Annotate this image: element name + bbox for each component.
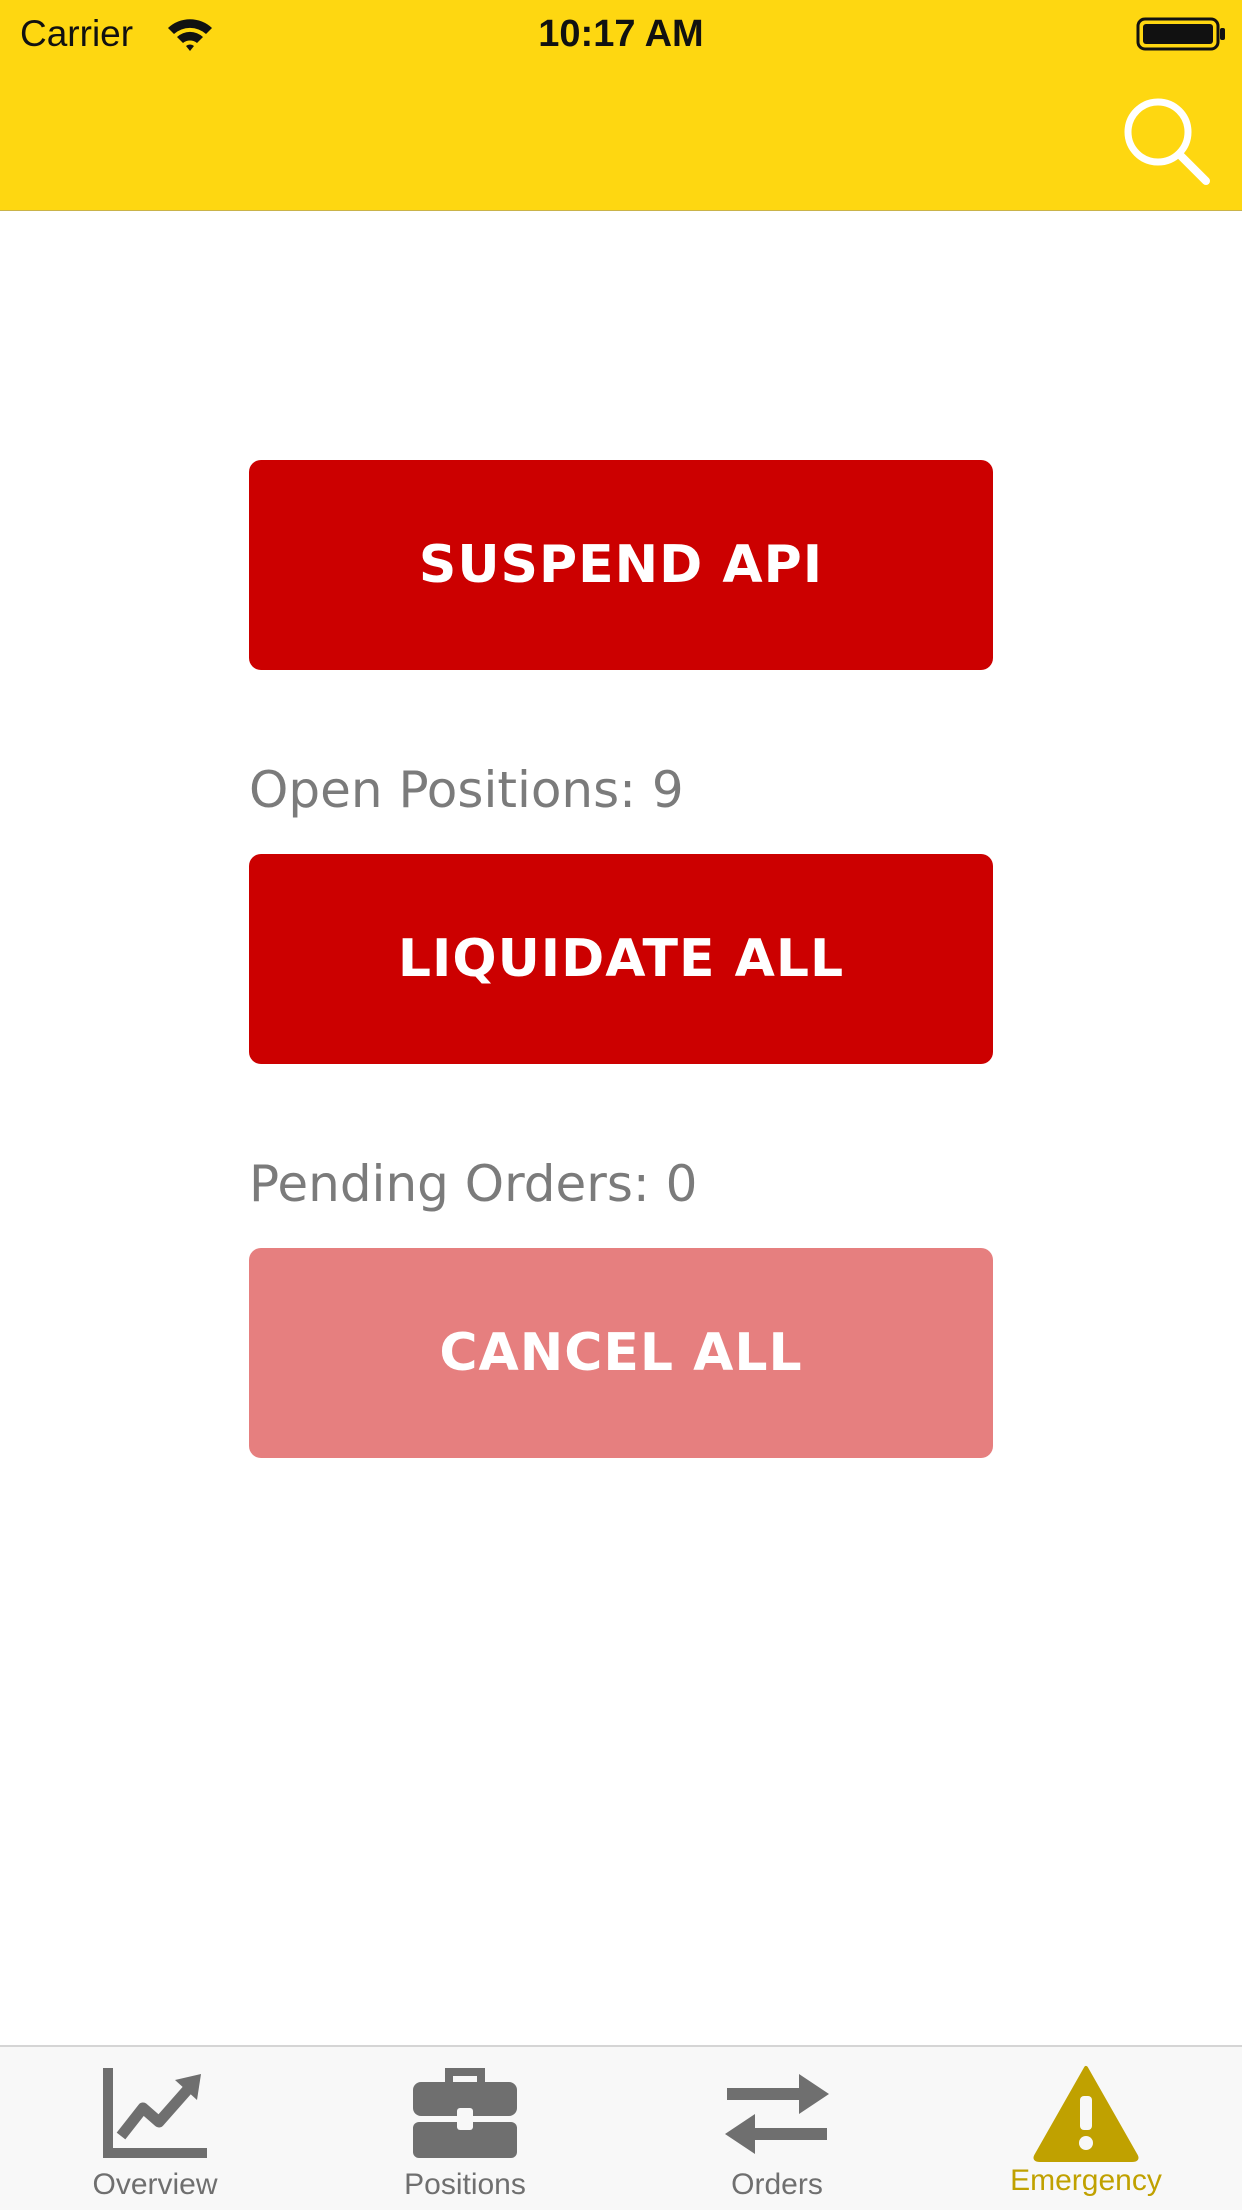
suspend-api-button[interactable]: SUSPEND API	[249, 460, 993, 670]
tab-bar: Overview Positions Orders Emergency	[0, 2045, 1242, 2210]
briefcase-icon	[413, 2068, 517, 2158]
cancel-all-label: CANCEL ALL	[439, 1323, 803, 1383]
chart-icon	[103, 2068, 207, 2158]
status-bar: Carrier 10:17 AM	[0, 0, 1242, 66]
liquidate-all-button[interactable]: LIQUIDATE ALL	[249, 854, 993, 1064]
liquidate-all-label: LIQUIDATE ALL	[397, 929, 845, 989]
tab-emergency-label: Emergency	[1010, 2164, 1162, 2197]
tab-positions[interactable]: Positions	[310, 2047, 620, 2210]
top-header: Carrier 10:17 AM	[0, 0, 1242, 211]
search-icon[interactable]	[1116, 92, 1212, 188]
cancel-all-button[interactable]: CANCEL ALL	[249, 1248, 993, 1458]
tab-overview-label: Overview	[92, 2168, 218, 2201]
open-positions-count: Open Positions: 9	[249, 761, 684, 819]
tab-emergency[interactable]: Emergency	[931, 2047, 1241, 2210]
tab-orders-label: Orders	[731, 2168, 823, 2201]
pending-orders-count: Pending Orders: 0	[249, 1155, 698, 1213]
tab-overview[interactable]: Overview	[0, 2047, 310, 2210]
tab-orders[interactable]: Orders	[622, 2047, 932, 2210]
suspend-api-label: SUSPEND API	[418, 535, 824, 595]
battery-icon	[1136, 17, 1225, 51]
warning-icon	[1033, 2066, 1139, 2162]
swap-arrows-icon	[725, 2074, 829, 2154]
tab-positions-label: Positions	[404, 2168, 526, 2201]
status-time: 10:17 AM	[538, 13, 704, 55]
